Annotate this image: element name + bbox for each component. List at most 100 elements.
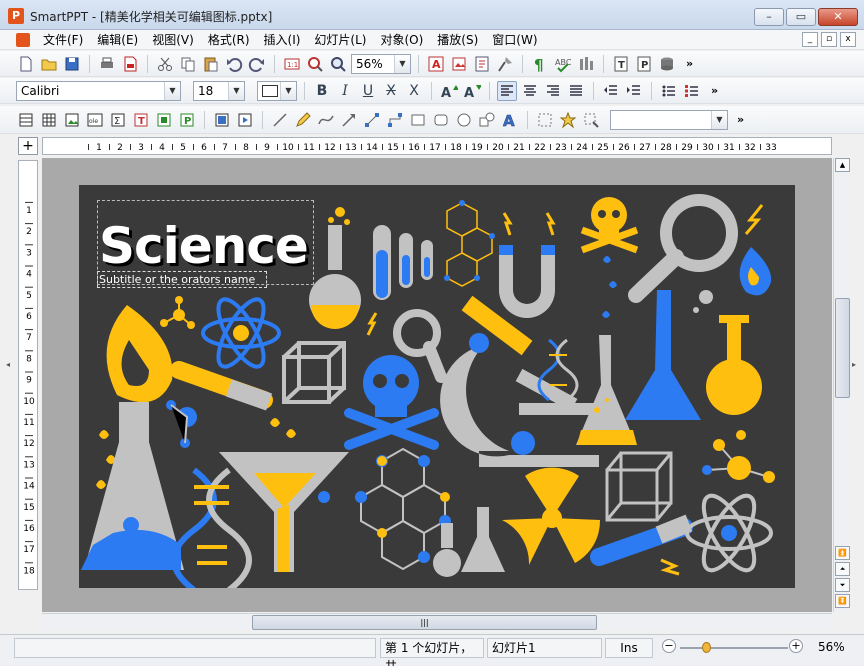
group-frame-icon[interactable] — [154, 110, 174, 130]
menu-insert[interactable]: 插入(I) — [257, 31, 308, 48]
group-icon[interactable] — [535, 110, 555, 130]
table-icon[interactable] — [39, 110, 59, 130]
open-folder-icon[interactable] — [39, 54, 59, 74]
zoom-icon[interactable] — [328, 54, 348, 74]
bullet-list-icon[interactable] — [659, 81, 679, 101]
increase-indent-icon[interactable] — [624, 81, 644, 101]
align-justify-icon[interactable] — [566, 81, 586, 101]
arrow-tool-icon[interactable] — [339, 110, 359, 130]
fill-color-select[interactable]: ▼ — [257, 80, 297, 101]
zoom-select[interactable]: 56% ▼ — [351, 53, 411, 74]
close-button[interactable]: ✕ — [818, 8, 858, 26]
right-panel-toggle[interactable]: ▸ — [852, 360, 860, 390]
slide[interactable]: Science Subtitle or the orators name — [79, 185, 795, 588]
italic-icon[interactable]: I — [335, 81, 355, 101]
ruler-corner-button[interactable]: + — [18, 137, 38, 155]
vertical-scrollbar[interactable]: ▲ ⏫ ⏶ ⏷ ⏬ — [833, 158, 850, 612]
page-frame-icon[interactable]: P — [177, 110, 197, 130]
font-name-select[interactable]: Calibri ▼ — [16, 80, 181, 101]
format-painter-icon[interactable] — [495, 54, 515, 74]
ole-object-icon[interactable]: ole — [85, 110, 105, 130]
last-slide-button[interactable]: ⏬ — [835, 594, 850, 608]
maximize-button[interactable]: ▭ — [786, 8, 816, 26]
menu-slide[interactable]: 幻灯片(L) — [307, 31, 373, 48]
bold-icon[interactable]: B — [312, 81, 332, 101]
align-left-icon[interactable] — [497, 80, 517, 101]
slide-frame-icon[interactable] — [212, 110, 232, 130]
toolbar-overflow-button[interactable]: » — [686, 57, 693, 70]
align-center-icon[interactable] — [520, 81, 540, 101]
slide-title[interactable]: Science — [99, 217, 309, 275]
table-frame-icon[interactable] — [16, 110, 36, 130]
align-right-icon[interactable] — [543, 81, 563, 101]
pencil-tool-icon[interactable] — [293, 110, 313, 130]
zoom-out-button[interactable]: − — [662, 639, 676, 653]
zoom-slider-thumb[interactable] — [702, 642, 711, 653]
zoom-in-button[interactable]: + — [789, 639, 803, 653]
paste-icon[interactable] — [201, 54, 221, 74]
slide-subtitle[interactable]: Subtitle or the orators name — [99, 273, 255, 286]
first-slide-button[interactable]: ⏫ — [835, 546, 850, 560]
connector-tool-icon[interactable] — [362, 110, 382, 130]
spell-check-icon[interactable]: ABC — [553, 54, 573, 74]
media-frame-icon[interactable] — [235, 110, 255, 130]
menu-object[interactable]: 对象(O) — [373, 31, 430, 48]
line-tool-icon[interactable] — [270, 110, 290, 130]
text-frame-icon[interactable]: T — [131, 110, 151, 130]
print-icon[interactable] — [97, 54, 117, 74]
ellipse-tool-icon[interactable] — [454, 110, 474, 130]
clear-format-icon[interactable]: X — [404, 81, 424, 101]
underline-icon[interactable]: U — [358, 81, 378, 101]
toolbar-overflow-button[interactable]: » — [711, 84, 718, 97]
menu-play[interactable]: 播放(S) — [430, 31, 485, 48]
minimize-button[interactable]: – — [754, 8, 784, 26]
cut-icon[interactable] — [155, 54, 175, 74]
rounded-rect-tool-icon[interactable] — [431, 110, 451, 130]
transform-icon[interactable] — [581, 110, 601, 130]
style-select[interactable]: ▼ — [610, 109, 728, 130]
actual-size-icon[interactable]: 1:1 — [282, 54, 302, 74]
toolbar-overflow-button[interactable]: » — [737, 113, 744, 126]
notes-icon[interactable] — [472, 54, 492, 74]
template-p-icon[interactable]: P — [634, 54, 654, 74]
decrease-indent-icon[interactable] — [601, 81, 621, 101]
menu-window[interactable]: 窗口(W) — [485, 31, 544, 48]
shapes-tool-icon[interactable] — [477, 110, 497, 130]
insert-mode[interactable]: Ins — [605, 638, 653, 658]
copy-icon[interactable] — [178, 54, 198, 74]
doc-restore-button[interactable]: ▫ — [821, 32, 837, 47]
curve-tool-icon[interactable] — [316, 110, 336, 130]
next-slide-button[interactable]: ⏷ — [835, 578, 850, 592]
doc-close-button[interactable]: x — [840, 32, 856, 47]
zoom-fit-icon[interactable] — [305, 54, 325, 74]
font-size-select[interactable]: 18 ▼ — [193, 80, 245, 101]
save-icon[interactable] — [62, 54, 82, 74]
scroll-up-button[interactable]: ▲ — [835, 158, 850, 172]
font-grow-icon[interactable]: A — [439, 81, 459, 101]
template-t-icon[interactable]: T — [611, 54, 631, 74]
doc-minimize-button[interactable]: _ — [802, 32, 818, 47]
picture-frame-icon[interactable] — [62, 110, 82, 130]
paragraph-marks-icon[interactable]: ¶ — [530, 54, 550, 74]
menu-file[interactable]: 文件(F) — [36, 31, 90, 48]
database-icon[interactable] — [657, 54, 677, 74]
numbered-list-icon[interactable] — [682, 81, 702, 101]
pdf-export-icon[interactable] — [120, 54, 140, 74]
undo-icon[interactable] — [224, 54, 244, 74]
insert-image-icon[interactable] — [449, 54, 469, 74]
columns-icon[interactable] — [576, 54, 596, 74]
horizontal-scroll-thumb[interactable]: ||| — [252, 615, 597, 630]
text-color-icon[interactable]: A — [426, 54, 446, 74]
font-shrink-icon[interactable]: A — [462, 81, 482, 101]
redo-icon[interactable] — [247, 54, 267, 74]
rectangle-tool-icon[interactable] — [408, 110, 428, 130]
horizontal-scrollbar[interactable]: ||| — [42, 613, 832, 630]
star-effect-icon[interactable] — [558, 110, 578, 130]
prev-slide-button[interactable]: ⏶ — [835, 562, 850, 576]
formula-icon[interactable]: Σ — [108, 110, 128, 130]
elbow-connector-icon[interactable] — [385, 110, 405, 130]
vertical-ruler[interactable]: 1 2 3 4 5 6 7 8 9 10 11 12 13 14 15 16 17 18 — [18, 160, 38, 590]
strikethrough-icon[interactable]: X — [381, 81, 401, 101]
horizontal-ruler[interactable]: 1 2 3 4 5 6 7 8 9 10 11 12 13 14 15 16 17 18 19 20 21 22 23 24 2… — [42, 137, 832, 155]
new-file-icon[interactable] — [16, 54, 36, 74]
